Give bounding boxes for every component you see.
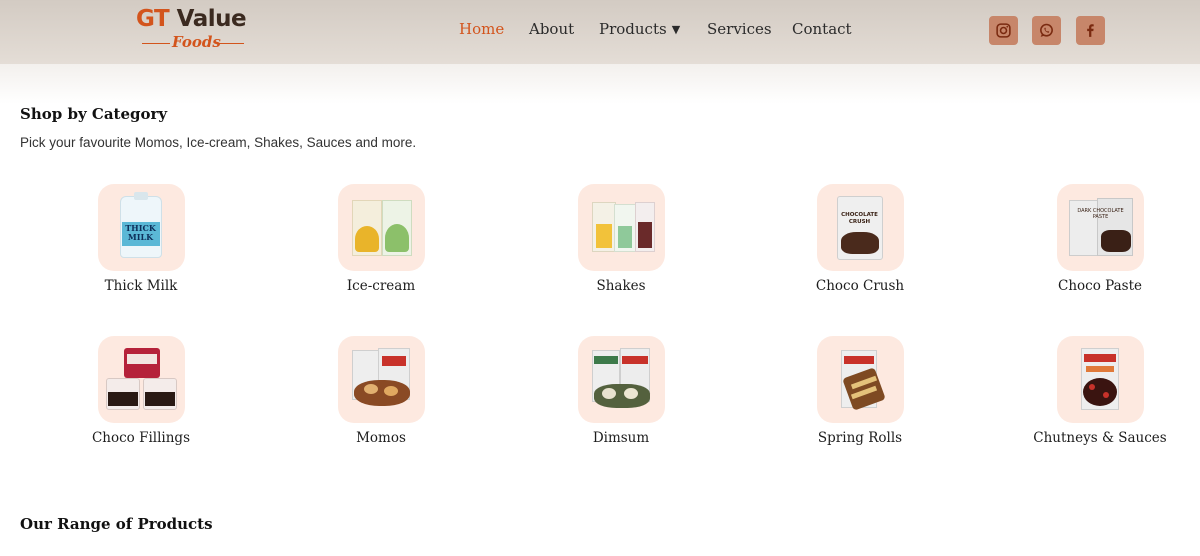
nav-home[interactable]: Home [459,20,504,38]
category-choco-crush[interactable]: CHOCOLATE CRUSH Choco Crush [760,184,960,294]
section-title: Shop by Category [20,105,168,123]
whatsapp-icon [1040,23,1053,37]
nav-contact[interactable]: Contact [792,20,852,38]
category-ice-cream[interactable]: Ice-cream [281,184,481,294]
category-image: DARK CHOCOLATE PASTE [1056,184,1144,271]
category-momos[interactable]: Momos [281,336,481,446]
category-label: Momos [356,430,406,446]
product-label-text: THICK MILK [125,223,156,242]
logo-rule-right [216,43,244,44]
category-label: Thick Milk [104,278,178,294]
whatsapp-button[interactable] [1032,16,1061,45]
product-label-text: DARK CHOCOLATE PASTE [1077,208,1124,220]
category-spring-rolls[interactable]: Spring Rolls [760,336,960,446]
category-image [577,336,665,423]
category-shakes[interactable]: Shakes [521,184,721,294]
category-image [816,336,904,423]
range-section-title: Our Range of Products [20,515,213,533]
category-image [97,336,185,423]
category-image [577,184,665,271]
brand-logo[interactable]: GT Value Foods [136,6,256,56]
category-image [1056,336,1144,423]
site-header: GT Value Foods Home About Products ▼ Serv… [0,0,1200,64]
category-image [337,184,425,271]
category-dimsum[interactable]: Dimsum [521,336,721,446]
category-label: Spring Rolls [817,430,903,446]
section-subtitle: Pick your favourite Momos, Ice-cream, Sh… [20,135,417,150]
caret-down-icon: ▼ [671,23,681,36]
category-choco-fillings[interactable]: Choco Fillings [41,336,241,446]
logo-subtitle: Foods [172,33,221,51]
facebook-icon [1087,24,1094,37]
category-image: CHOCOLATE CRUSH [816,184,904,271]
category-label: Choco Fillings [91,430,191,446]
logo-rule-left [142,43,170,44]
category-label: Chutneys & Sauces [1033,430,1167,446]
category-image [337,336,425,423]
category-label: Ice-cream [346,278,416,294]
nav-services[interactable]: Services [707,20,772,38]
instagram-icon [996,23,1011,38]
nav-products-label: Products [599,20,667,38]
header-shadow [0,64,1200,104]
facebook-button[interactable] [1076,16,1105,45]
category-label: Choco Paste [1058,278,1142,294]
category-thick-milk[interactable]: THICK MILK Thick Milk [41,184,241,294]
nav-about[interactable]: About [529,20,574,38]
product-label-text: CHOCOLATE CRUSH [841,212,878,225]
category-image: THICK MILK [97,184,185,271]
logo-wordmark: GT Value [136,6,247,32]
nav-products[interactable]: Products ▼ [599,20,680,38]
category-chutneys-sauces[interactable]: Chutneys & Sauces [1000,336,1200,446]
category-label: Choco Crush [815,278,905,294]
category-label: Shakes [596,278,646,294]
category-label: Dimsum [592,430,650,446]
category-choco-paste[interactable]: DARK CHOCOLATE PASTE Choco Paste [1000,184,1200,294]
instagram-button[interactable] [989,16,1018,45]
